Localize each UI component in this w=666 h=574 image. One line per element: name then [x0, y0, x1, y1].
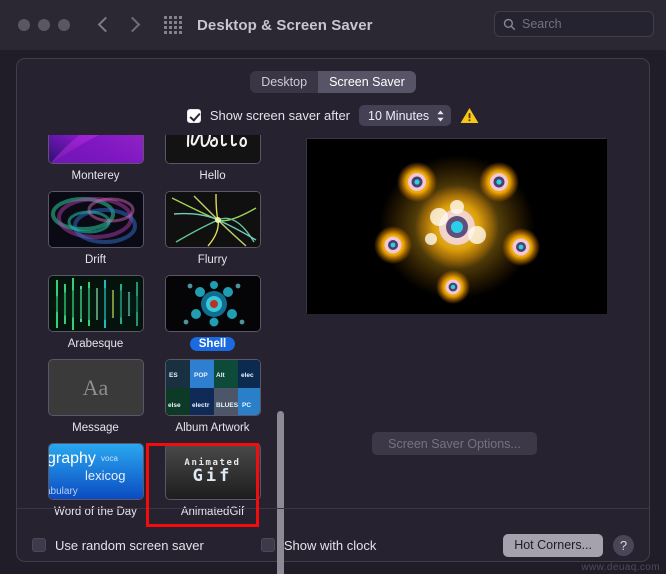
message-thumbnail: Aa	[47, 359, 144, 416]
svg-text:else: else	[168, 402, 181, 409]
search-icon	[503, 18, 516, 30]
svg-text:ES: ES	[169, 372, 178, 379]
saver-item-hello[interactable]: Hello	[160, 135, 265, 183]
arabesque-thumbnail	[47, 275, 144, 332]
saver-label: Arabesque	[67, 338, 124, 350]
saver-label: Flurry	[197, 254, 228, 266]
traffic-lights	[18, 19, 70, 31]
use-random-label: Use random screen saver	[55, 537, 204, 553]
tab-bar: Desktop Screen Saver	[17, 71, 649, 93]
tab-desktop[interactable]: Desktop	[250, 71, 318, 93]
interval-dropdown[interactable]: 10 Minutes	[359, 105, 452, 126]
shell-fractal-preview-image	[307, 139, 607, 314]
svg-text:abulary: abulary	[49, 486, 78, 497]
svg-text:voca: voca	[101, 454, 118, 463]
page-title: Desktop & Screen Saver	[197, 16, 373, 34]
word-of-the-day-thumbnail: graphy voca lexicog abulary	[47, 443, 144, 500]
search-placeholder: Search	[522, 17, 562, 31]
hot-corners-button[interactable]: Hot Corners...	[503, 533, 603, 557]
window-titlebar: Desktop & Screen Saver Search	[0, 0, 666, 50]
monterey-thumbnail	[47, 135, 144, 164]
watermark: www.deuaq.com	[581, 562, 660, 573]
svg-text:graphy: graphy	[49, 450, 96, 467]
saver-label: Monterey	[71, 170, 120, 182]
preferences-window: Desktop & Screen Saver Search Desktop Sc…	[0, 0, 666, 574]
saver-item-message[interactable]: Aa Message	[43, 359, 148, 435]
interval-value: 10 Minutes	[368, 108, 430, 123]
back-chevron-icon[interactable]	[92, 12, 116, 38]
saver-item-arabesque[interactable]: Arabesque	[43, 275, 148, 351]
saver-item-album-artwork[interactable]: ES POP Alt elec else electr BLUES PC Alb…	[160, 359, 265, 435]
tab-screen-saver[interactable]: Screen Saver	[318, 71, 416, 93]
up-down-chevron-icon	[436, 109, 445, 123]
screen-saver-grid: Monterey Hello Drift Flurry Arabesque Sh…	[31, 135, 277, 519]
close-button[interactable]	[18, 19, 30, 31]
screen-saver-options-button[interactable]: Screen Saver Options...	[372, 432, 537, 455]
show-screen-saver-label: Show screen saver after	[209, 108, 351, 123]
saver-item-drift[interactable]: Drift	[43, 191, 148, 267]
screen-saver-preview	[306, 138, 607, 314]
svg-text:BLUES: BLUES	[216, 402, 239, 409]
animatedgif-thumbnail: Animated Gif	[164, 443, 261, 500]
saver-item-shell[interactable]: Shell	[160, 275, 265, 351]
saver-item-flurry[interactable]: Flurry	[160, 191, 265, 267]
saver-label: Shell	[189, 337, 236, 351]
navigation-buttons	[92, 12, 145, 38]
use-random-row[interactable]: Use random screen saver	[32, 538, 204, 553]
zoom-button[interactable]	[58, 19, 70, 31]
svg-text:lexicog: lexicog	[85, 468, 125, 483]
svg-text:elec: elec	[241, 372, 254, 379]
show-screen-saver-row: Show screen saver after 10 Minutes	[17, 105, 649, 126]
help-button[interactable]: ?	[613, 534, 634, 556]
show-with-clock-row[interactable]: Show with clock	[260, 537, 377, 553]
saver-label: Drift	[84, 254, 107, 266]
flurry-thumbnail	[164, 191, 261, 248]
drift-thumbnail	[47, 191, 144, 248]
warning-triangle-icon	[460, 107, 479, 124]
svg-text:electr: electr	[192, 402, 210, 409]
forward-chevron-icon[interactable]	[121, 12, 145, 38]
saver-label: Message	[72, 422, 119, 434]
show-with-clock-label: Show with clock	[283, 537, 377, 553]
shell-thumbnail	[164, 275, 261, 332]
saver-label: Album Artwork	[175, 422, 250, 434]
saver-item-monterey[interactable]: Monterey	[43, 135, 148, 183]
search-field[interactable]: Search	[494, 11, 654, 37]
svg-text:Alt: Alt	[216, 372, 226, 379]
album-artwork-thumbnail: ES POP Alt elec else electr BLUES PC	[164, 359, 261, 416]
screen-saver-list[interactable]: Monterey Hello Drift Flurry Arabesque Sh…	[31, 135, 277, 539]
saver-label: Hello	[199, 170, 226, 182]
hello-thumbnail	[164, 135, 261, 164]
panel-divider	[17, 508, 649, 509]
minimize-button[interactable]	[38, 19, 50, 31]
show-with-clock-checkbox[interactable]	[260, 538, 275, 552]
bottom-toolbar: Use random screen saver Show with clock …	[16, 526, 650, 564]
main-panel: Desktop Screen Saver Show screen saver a…	[16, 58, 650, 574]
svg-text:POP: POP	[194, 372, 208, 379]
show-screen-saver-checkbox[interactable]	[186, 108, 201, 123]
use-random-checkbox[interactable]	[32, 538, 46, 552]
list-scrollbar[interactable]	[275, 189, 286, 574]
all-preferences-grid-icon[interactable]	[163, 15, 183, 35]
svg-text:PC: PC	[242, 402, 251, 409]
